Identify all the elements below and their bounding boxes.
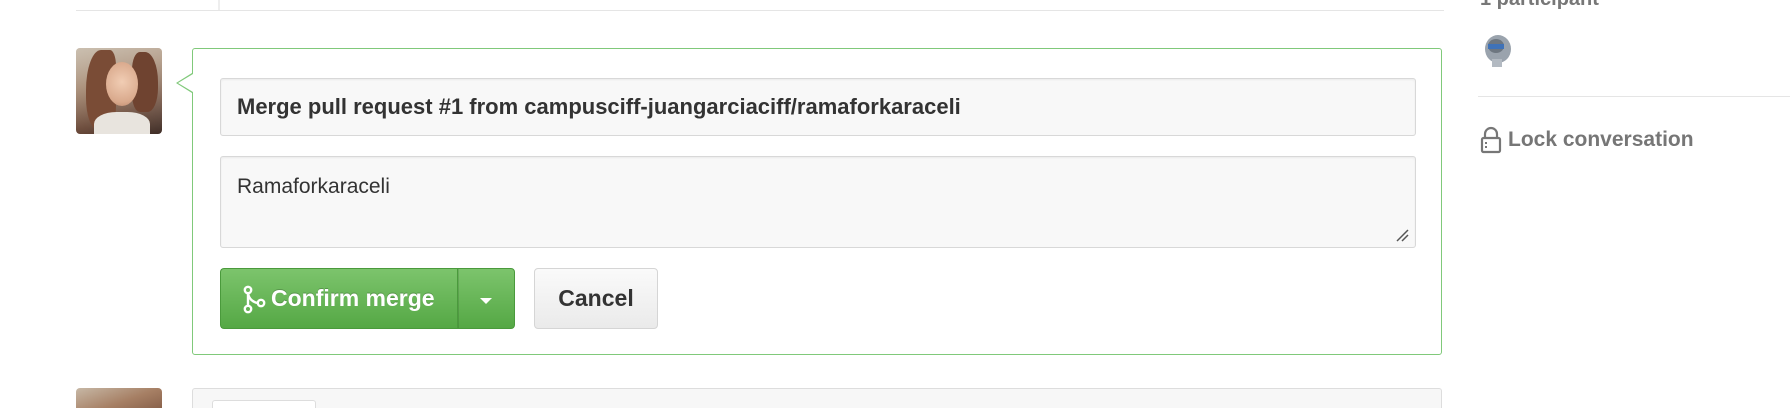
commit-body-textarea[interactable]: Ramaforkaraceli	[220, 156, 1416, 248]
git-merge-icon	[243, 285, 266, 313]
tab-write[interactable]	[212, 400, 316, 408]
triangle-down-icon	[479, 297, 492, 304]
sidebar-divider	[1478, 96, 1790, 97]
participants-heading: 1 participant	[1480, 0, 1599, 11]
confirm-merge-label: Confirm merge	[271, 285, 435, 311]
participant-identicon	[1480, 32, 1516, 68]
merge-options-dropdown[interactable]	[456, 268, 515, 329]
cancel-label: Cancel	[558, 285, 634, 311]
author-avatar[interactable]	[76, 48, 162, 134]
pull-request-page: Merge pull request #1 from campusciff-ju…	[0, 0, 1790, 408]
commit-body-text: Ramaforkaraceli	[237, 175, 390, 198]
timeline-line	[218, 0, 220, 10]
resize-grip-icon[interactable]	[1395, 228, 1409, 242]
confirm-merge-button[interactable]: Confirm merge	[220, 268, 457, 329]
merge-button-group: Confirm merge	[220, 268, 515, 329]
cancel-button[interactable]: Cancel	[534, 268, 658, 329]
lock-icon	[1480, 126, 1502, 154]
comment-box	[192, 388, 1442, 408]
commit-title-input[interactable]: Merge pull request #1 from campusciff-ju…	[220, 78, 1416, 136]
lock-conversation-link[interactable]: Lock conversation	[1480, 126, 1694, 154]
timeline-divider	[76, 10, 1444, 11]
lock-conversation-label: Lock conversation	[1508, 128, 1694, 151]
commenter-avatar[interactable]	[76, 388, 162, 408]
participant-avatar[interactable]	[1480, 32, 1516, 68]
